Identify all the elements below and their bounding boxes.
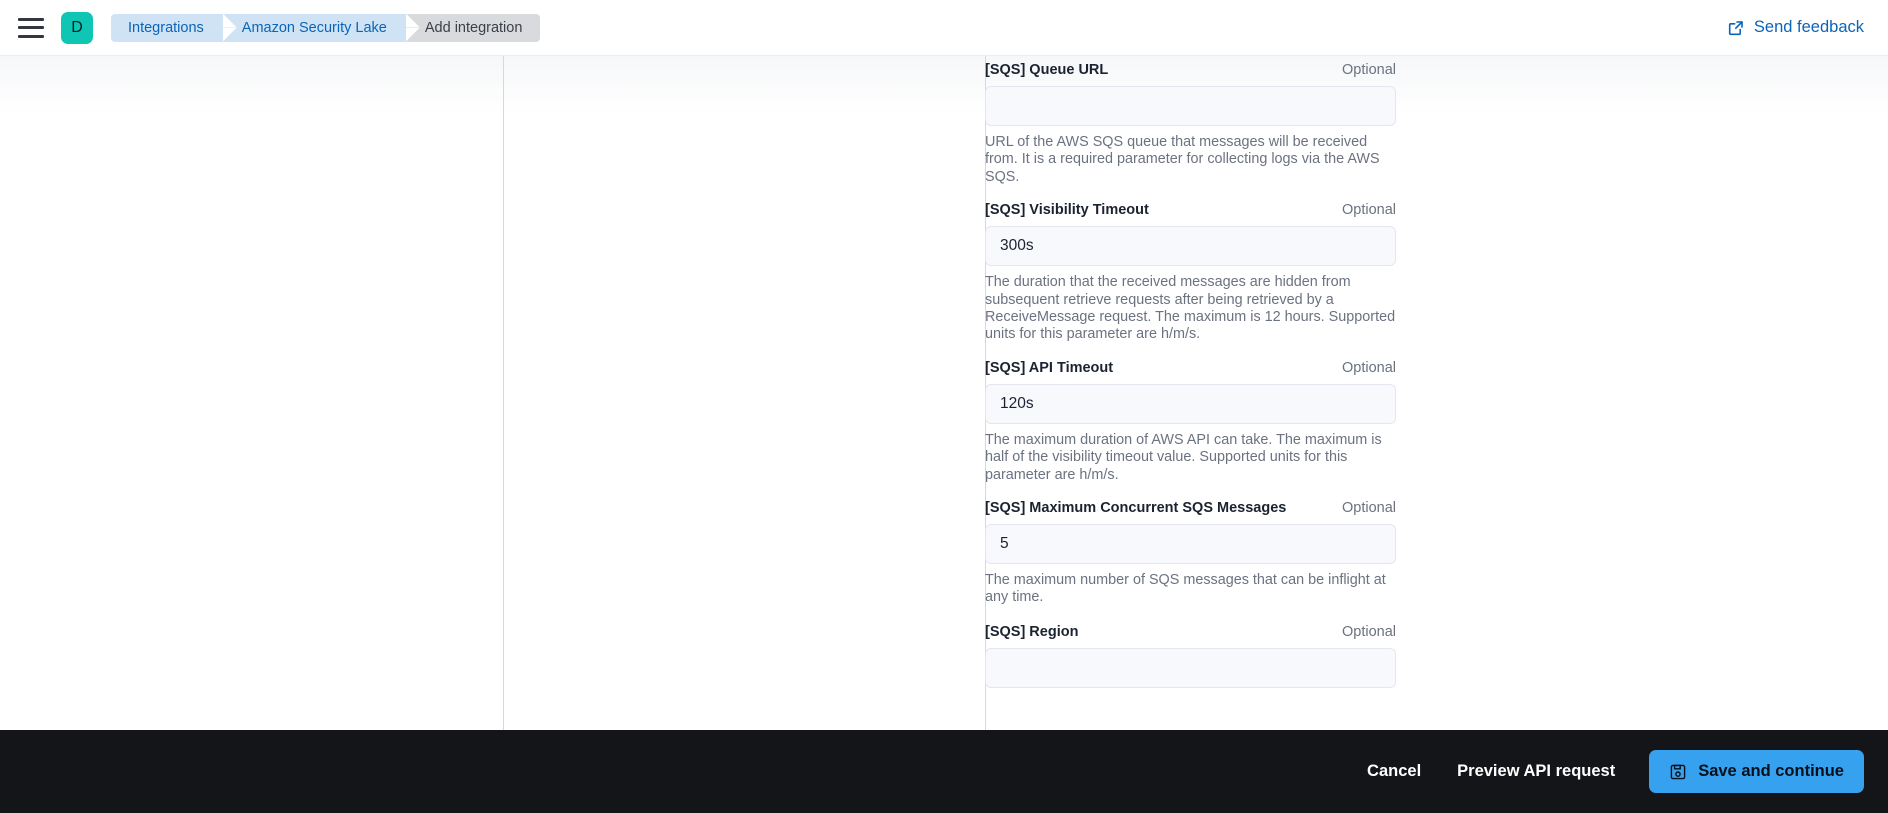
field-help-text: The maximum number of SQS messages that … [985, 572, 1386, 606]
sqs-region-input[interactable] [985, 647, 1396, 688]
breadcrumb-item-integrations[interactable]: Integrations [111, 13, 223, 42]
field-optional-tag: Optional [1341, 623, 1396, 640]
field-label: [SQS] Maximum Concurrent SQS Messages [985, 500, 1287, 517]
app-root: D Integrations Amazon Security Lake Add … [0, 0, 1888, 813]
page-body: [SQS] Queue URL Optional URL of the AWS … [0, 56, 1888, 730]
external-link-icon [1727, 19, 1745, 37]
sqs-visibility-timeout-input[interactable] [985, 226, 1396, 267]
bottom-action-bar: Cancel Preview API request Save and cont… [0, 730, 1888, 813]
field-label: [SQS] Queue URL [985, 62, 1109, 78]
chevron-right-icon [222, 14, 236, 42]
field-header: [SQS] Visibility Timeout Optional [985, 199, 1396, 221]
hamburger-menu-icon[interactable] [18, 17, 44, 38]
field-sqs-queue-url: [SQS] Queue URL Optional URL of the AWS … [985, 59, 1405, 186]
field-label: [SQS] Region [985, 623, 1079, 640]
field-label: [SQS] API Timeout [985, 359, 1114, 376]
breadcrumb-label: Amazon Security Lake [241, 19, 387, 36]
hamburger-bar [18, 17, 44, 21]
cancel-button[interactable]: Cancel [1349, 752, 1439, 791]
field-sqs-api-timeout: [SQS] API Timeout Optional The maximum d… [985, 357, 1405, 484]
breadcrumb-label: Add integration [424, 19, 523, 36]
save-button-label: Save and continue [1698, 762, 1844, 780]
field-label: [SQS] Visibility Timeout [985, 202, 1149, 219]
field-sqs-visibility-timeout: [SQS] Visibility Timeout Optional The du… [985, 199, 1405, 344]
field-help-text: URL of the AWS SQS queue that messages w… [985, 134, 1380, 185]
hamburger-bar [18, 26, 44, 29]
send-feedback-button[interactable]: Send feedback [1727, 18, 1864, 37]
sqs-queue-url-input[interactable] [985, 86, 1396, 126]
top-header: D Integrations Amazon Security Lake Add … [0, 0, 1888, 56]
preview-api-request-button[interactable]: Preview API request [1439, 752, 1633, 791]
chevron-right-icon [405, 14, 419, 42]
avatar[interactable]: D [61, 11, 93, 44]
field-help-text: The duration that the received messages … [985, 274, 1396, 343]
breadcrumb-item-amazon-security-lake[interactable]: Amazon Security Lake [222, 13, 406, 42]
save-and-continue-button[interactable]: Save and continue [1649, 750, 1864, 793]
field-optional-tag: Optional [1341, 62, 1396, 78]
field-header: [SQS] API Timeout Optional [985, 357, 1396, 379]
field-optional-tag: Optional [1341, 202, 1396, 219]
save-floppy-disk-icon [1669, 763, 1687, 781]
field-sqs-max-concurrent-messages: [SQS] Maximum Concurrent SQS Messages Op… [985, 497, 1405, 607]
breadcrumb-label: Integrations [128, 19, 204, 36]
breadcrumb: Integrations Amazon Security Lake Add in… [111, 13, 541, 42]
field-sqs-region: [SQS] Region Optional [985, 621, 1405, 688]
field-header: [SQS] Region Optional [985, 621, 1396, 643]
integration-settings-form: [SQS] Queue URL Optional URL of the AWS … [985, 56, 1405, 688]
send-feedback-label: Send feedback [1753, 18, 1864, 36]
field-help-text: The maximum duration of AWS API can take… [985, 431, 1382, 483]
left-column-divider [503, 56, 504, 730]
breadcrumb-item-add-integration: Add integration [405, 13, 541, 42]
field-header: [SQS] Queue URL Optional [985, 59, 1396, 81]
field-header: [SQS] Maximum Concurrent SQS Messages Op… [985, 497, 1396, 519]
sqs-max-concurrent-messages-input[interactable] [985, 524, 1396, 565]
field-optional-tag: Optional [1341, 500, 1396, 517]
field-optional-tag: Optional [1341, 359, 1396, 376]
hamburger-bar [18, 34, 44, 38]
sqs-api-timeout-input[interactable] [985, 383, 1396, 424]
